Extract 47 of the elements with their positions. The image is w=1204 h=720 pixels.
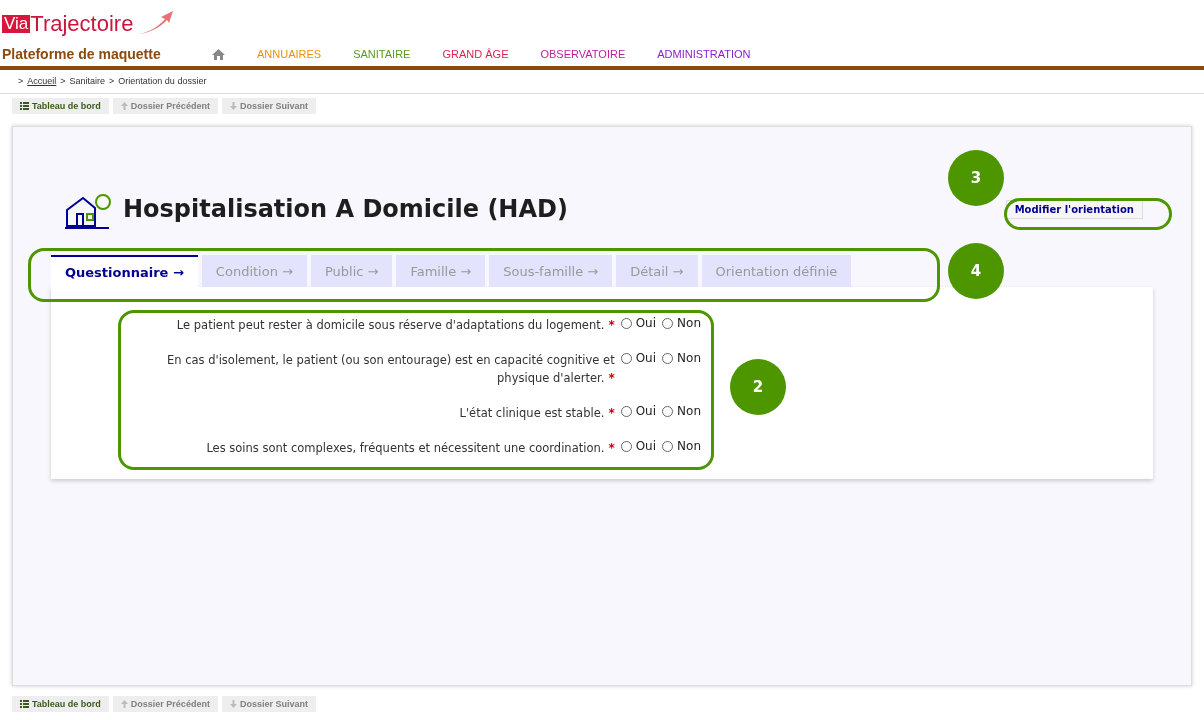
up-arrow-icon — [120, 700, 128, 708]
nav-link[interactable]: SANITAIRE — [353, 48, 411, 60]
radio-option[interactable]: Oui — [620, 404, 657, 418]
home-icon[interactable] — [212, 48, 225, 60]
radio-button[interactable] — [662, 440, 674, 452]
breadcrumb-link[interactable]: Accueil — [27, 76, 57, 87]
page-title: Hospitalisation A Domicile (HAD) — [123, 195, 568, 223]
step-tab[interactable]: Questionnaire → — [51, 255, 198, 287]
platform-title: Plateforme de maquette — [2, 46, 162, 62]
up-arrow-icon — [120, 102, 128, 110]
question-text: En cas d'isolement, le patient (ou son entourage) est en capacité cognitive et physique d'alerter. * — [165, 352, 615, 387]
radio-button[interactable] — [620, 352, 632, 364]
breadcrumb-text: Orientation du dossier — [118, 76, 207, 87]
question-text: Le patient peut rester à domicile sous réserve d'adaptations du logement. * — [176, 317, 615, 334]
nav-link[interactable]: OBSERVATOIRE — [540, 48, 626, 60]
down-arrow-icon — [229, 102, 237, 110]
radio-option[interactable]: Non — [662, 351, 701, 365]
nav-link[interactable]: GRAND ÂGE — [442, 48, 509, 60]
breadcrumb-separator: > — [60, 76, 66, 87]
list-icon — [20, 102, 29, 110]
logo: ViaTrajectoire — [2, 6, 212, 42]
radio-button[interactable] — [620, 317, 632, 329]
toolbar-button[interactable]: Tableau de bord — [12, 696, 109, 712]
required-mark: * — [608, 406, 615, 420]
radio-option[interactable]: Oui — [620, 316, 657, 330]
radio-option[interactable]: Non — [662, 316, 701, 330]
radio-button[interactable] — [662, 317, 674, 329]
radio-option[interactable]: Non — [662, 439, 701, 453]
breadcrumb-text: Sanitaire — [69, 76, 106, 87]
toolbar-button[interactable]: Tableau de bord — [12, 98, 109, 114]
breadcrumb-separator: > — [18, 76, 24, 87]
question-text: Les soins sont complexes, fréquents et nécessitent une coordination. * — [206, 440, 615, 457]
required-mark: * — [608, 318, 615, 332]
radio-option[interactable]: Oui — [620, 351, 657, 365]
radio-button[interactable] — [662, 352, 674, 364]
radio-option[interactable]: Oui — [620, 439, 657, 453]
nav-link[interactable]: ADMINISTRATION — [657, 48, 751, 60]
radio-button[interactable] — [620, 440, 632, 452]
radio-option[interactable]: Non — [662, 404, 701, 418]
breadcrumb-separator: > — [109, 76, 115, 87]
question-text: L'état clinique est stable. * — [459, 405, 615, 422]
required-mark: * — [608, 441, 615, 455]
down-arrow-icon — [229, 700, 237, 708]
required-mark: * — [608, 371, 615, 385]
radio-button[interactable] — [662, 405, 674, 417]
radio-button[interactable] — [620, 405, 632, 417]
list-icon — [20, 700, 29, 708]
